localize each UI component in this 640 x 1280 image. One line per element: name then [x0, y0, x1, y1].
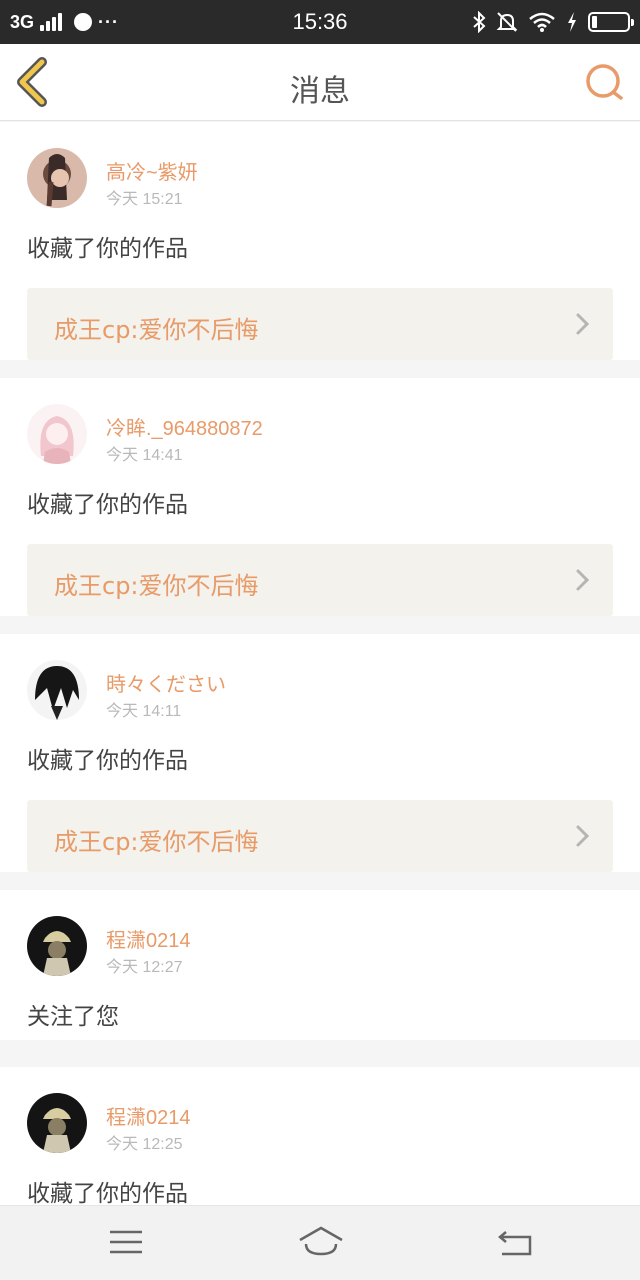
- username[interactable]: 時々ください: [106, 668, 226, 697]
- home-button[interactable]: [298, 1226, 344, 1258]
- message-action: 收藏了你的作品: [27, 236, 188, 262]
- return-icon: [498, 1231, 532, 1256]
- message-card: 冷眸._964880872 今天 14:41 收藏了你的作品 成王cp:爱你不后…: [0, 378, 640, 616]
- work-link[interactable]: 成王cp:爱你不后悔: [27, 800, 613, 872]
- message-action: 收藏了你的作品: [27, 748, 188, 774]
- search-button[interactable]: [584, 62, 626, 104]
- search-icon: [586, 64, 623, 100]
- message-user-row: 冷眸._964880872 今天 14:41: [27, 378, 613, 494]
- work-link[interactable]: 成王cp:爱你不后悔: [27, 544, 613, 616]
- message-list: 高冷~紫妍 今天 15:21 收藏了你的作品 成王cp:爱你不后悔 冷眸._96…: [0, 122, 640, 1257]
- chevron-right-icon: [576, 313, 590, 335]
- bluetooth-icon: [473, 11, 486, 33]
- app-header: 消息: [0, 44, 640, 121]
- message-time: 今天 14:41: [106, 447, 183, 464]
- chevron-right-icon: [576, 569, 590, 591]
- page-title: 消息: [290, 74, 350, 109]
- wifi-icon: [529, 12, 555, 32]
- back-nav-button[interactable]: [496, 1226, 536, 1258]
- message-action: 收藏了你的作品: [27, 492, 188, 518]
- message-time: 今天 14:11: [106, 703, 182, 720]
- work-link[interactable]: 成王cp:爱你不后悔: [27, 288, 613, 360]
- work-title: 成王cp:爱你不后悔: [54, 572, 259, 600]
- message-user-row: 時々ください 今天 14:11: [27, 634, 613, 750]
- message-time: 今天 15:21: [106, 191, 183, 208]
- avatar[interactable]: [27, 148, 87, 208]
- username[interactable]: 冷眸._964880872: [106, 412, 263, 441]
- message-user-row: 高冷~紫妍 今天 15:21: [27, 122, 613, 238]
- mute-icon: [496, 12, 518, 32]
- message-user-row: 程潇0214 今天 12:27: [27, 890, 613, 1006]
- chevron-right-icon: [576, 825, 590, 847]
- username[interactable]: 程潇0214: [106, 924, 191, 953]
- status-bar: 3G ··· 15:36: [0, 0, 640, 44]
- home-icon: [299, 1226, 343, 1256]
- message-card: 高冷~紫妍 今天 15:21 收藏了你的作品 成王cp:爱你不后悔: [0, 122, 640, 360]
- menu-button[interactable]: [106, 1226, 146, 1258]
- avatar[interactable]: [27, 404, 87, 464]
- message-action: 关注了您: [27, 1004, 119, 1030]
- message-card: 時々ください 今天 14:11 收藏了你的作品 成王cp:爱你不后悔: [0, 634, 640, 872]
- avatar[interactable]: [27, 1093, 87, 1153]
- battery-icon: [588, 12, 634, 32]
- system-nav-bar: [0, 1205, 640, 1280]
- message-time: 今天 12:27: [106, 959, 183, 976]
- work-title: 成王cp:爱你不后悔: [54, 316, 259, 344]
- avatar[interactable]: [27, 660, 87, 720]
- work-title: 成王cp:爱你不后悔: [54, 828, 259, 856]
- status-right: [472, 8, 634, 36]
- avatar[interactable]: [27, 916, 87, 976]
- message-card: 程潇0214 今天 12:27 关注了您: [0, 890, 640, 1040]
- battery-level: [592, 16, 598, 28]
- menu-icon: [110, 1230, 142, 1254]
- message-user-row: 程潇0214 今天 12:25: [27, 1067, 613, 1183]
- charging-icon: [568, 12, 576, 32]
- message-time: 今天 12:25: [106, 1136, 183, 1153]
- username[interactable]: 高冷~紫妍: [106, 156, 198, 185]
- username[interactable]: 程潇0214: [106, 1101, 191, 1130]
